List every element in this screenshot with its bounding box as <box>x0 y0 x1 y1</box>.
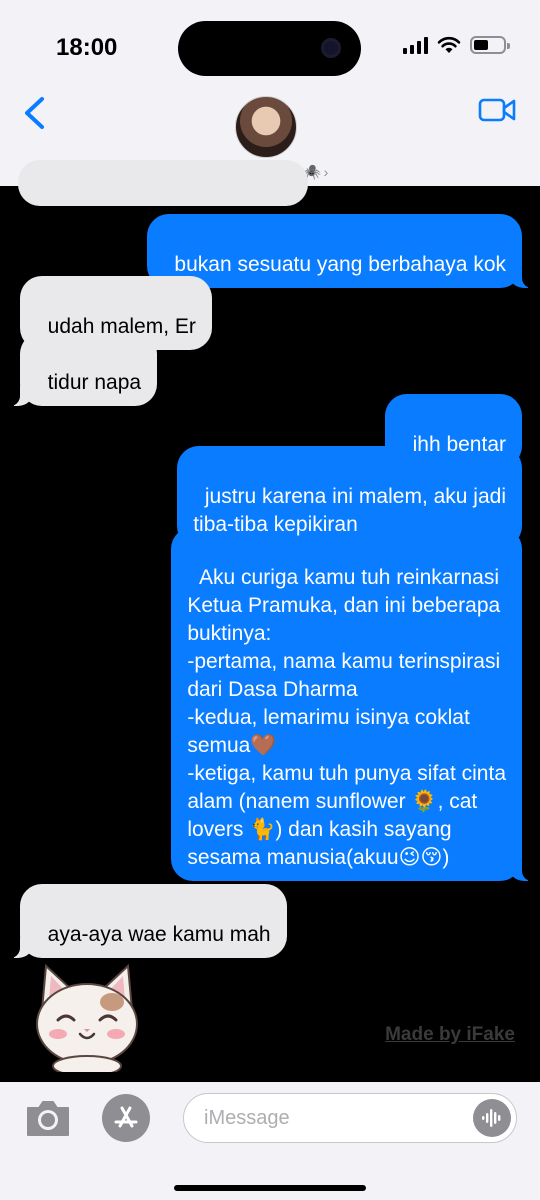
message-text: udah malem, Er <box>47 315 196 338</box>
wifi-icon <box>437 36 461 53</box>
message-text: aya-aya wae kamu mah <box>47 923 271 946</box>
message-text: bukan sesuatu yang berbahaya kok <box>174 253 506 276</box>
dynamic-island <box>178 21 361 76</box>
message-text: Aku curiga kamu tuh reinkarnasi Ketua Pr… <box>187 566 506 869</box>
imessage-input[interactable]: iMessage <box>183 1093 517 1143</box>
message-incoming[interactable]: tidur napa <box>9 332 158 406</box>
camera-icon[interactable] <box>24 1098 72 1138</box>
message-input-bar: iMessage <box>0 1082 540 1200</box>
app-store-icon[interactable] <box>102 1094 150 1142</box>
status-icons <box>403 36 510 54</box>
input-placeholder: iMessage <box>204 1107 290 1129</box>
cat-sticker-icon[interactable] <box>28 962 146 1072</box>
conversation-header: 18:00 spidarmaN🕸️🕷️› <box>0 0 540 186</box>
cellular-signal-icon <box>403 36 428 54</box>
video-camera-icon[interactable] <box>478 96 516 124</box>
home-indicator <box>174 1185 366 1191</box>
battery-icon <box>470 36 510 54</box>
message-text: ihh bentar <box>412 433 506 456</box>
watermark: Made by iFake <box>385 1024 515 1045</box>
status-time: 18:00 <box>56 34 118 61</box>
chevron-left-icon[interactable] <box>20 96 50 130</box>
message-text: tidur napa <box>47 371 142 394</box>
message-bubble-partial <box>18 160 308 206</box>
chevron-right-icon: › <box>323 164 329 180</box>
message-outgoing[interactable]: bukan sesuatu yang berbahaya kok <box>146 214 533 288</box>
message-incoming[interactable]: aya-aya wae kamu mah <box>10 884 287 958</box>
front-camera-icon <box>321 38 341 58</box>
contact-avatar[interactable] <box>235 96 297 158</box>
status-bar: 18:00 <box>0 0 540 90</box>
audio-waveform-icon[interactable] <box>473 1099 511 1137</box>
message-outgoing[interactable]: Aku curiga kamu tuh reinkarnasi Ketua Pr… <box>171 527 532 881</box>
